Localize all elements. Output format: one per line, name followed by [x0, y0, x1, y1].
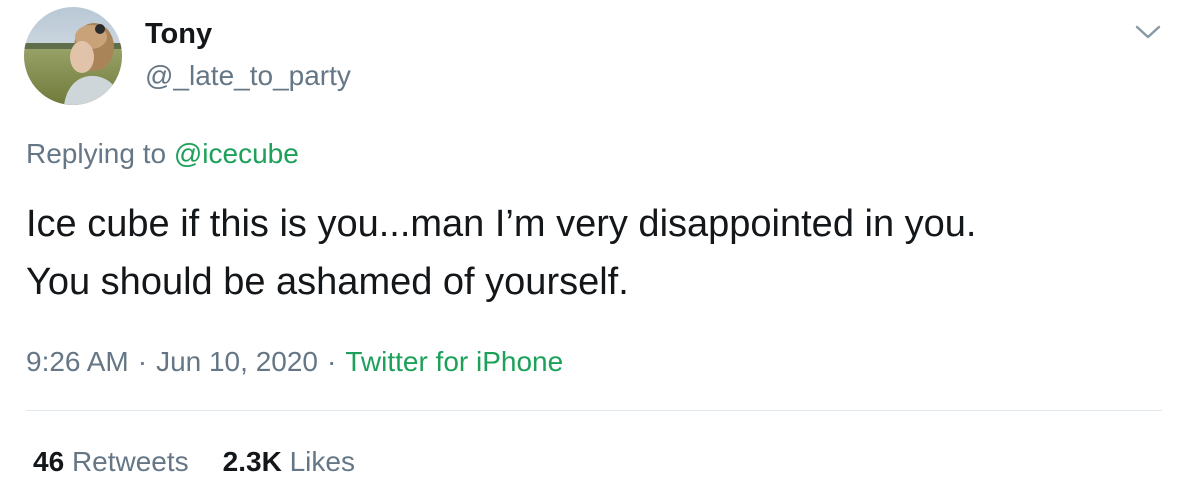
- meta-separator: ·: [137, 346, 148, 377]
- tweet-card: Tony @_late_to_party Replying to @icecub…: [0, 0, 1189, 502]
- retweets-count: 46: [33, 446, 65, 477]
- tweet-stats: 46 Retweets 2.3K Likes: [33, 444, 355, 480]
- avatar-photo: [24, 7, 122, 105]
- author-name[interactable]: Tony: [145, 16, 212, 52]
- tweet-text: Ice cube if this is you...man I’m very d…: [26, 195, 1166, 311]
- likes-stat[interactable]: 2.3K Likes: [223, 446, 355, 477]
- tweet-source-link[interactable]: Twitter for iPhone: [345, 346, 563, 377]
- retweets-label: Retweets: [71, 446, 189, 477]
- tweet-text-line: Ice cube if this is you...man I’m very d…: [26, 203, 977, 245]
- replying-to-label: Replying to: [26, 138, 167, 169]
- likes-label: Likes: [289, 446, 355, 477]
- tweet-meta: 9:26 AM · Jun 10, 2020 · Twitter for iPhone: [26, 344, 563, 380]
- tweet-date[interactable]: Jun 10, 2020: [156, 346, 318, 377]
- tweet-time[interactable]: 9:26 AM: [26, 346, 129, 377]
- divider: [26, 410, 1162, 411]
- retweets-stat[interactable]: 46 Retweets: [33, 446, 189, 477]
- likes-count: 2.3K: [222, 446, 282, 477]
- replying-to: Replying to @icecube: [26, 136, 299, 172]
- tweet-text-line: You should be ashamed of yourself.: [26, 261, 629, 303]
- reply-mention-link[interactable]: @icecube: [174, 138, 299, 169]
- avatar[interactable]: [24, 7, 122, 105]
- author-handle[interactable]: @_late_to_party: [145, 58, 351, 94]
- meta-separator: ·: [326, 346, 337, 377]
- chevron-down-icon[interactable]: [1134, 22, 1162, 42]
